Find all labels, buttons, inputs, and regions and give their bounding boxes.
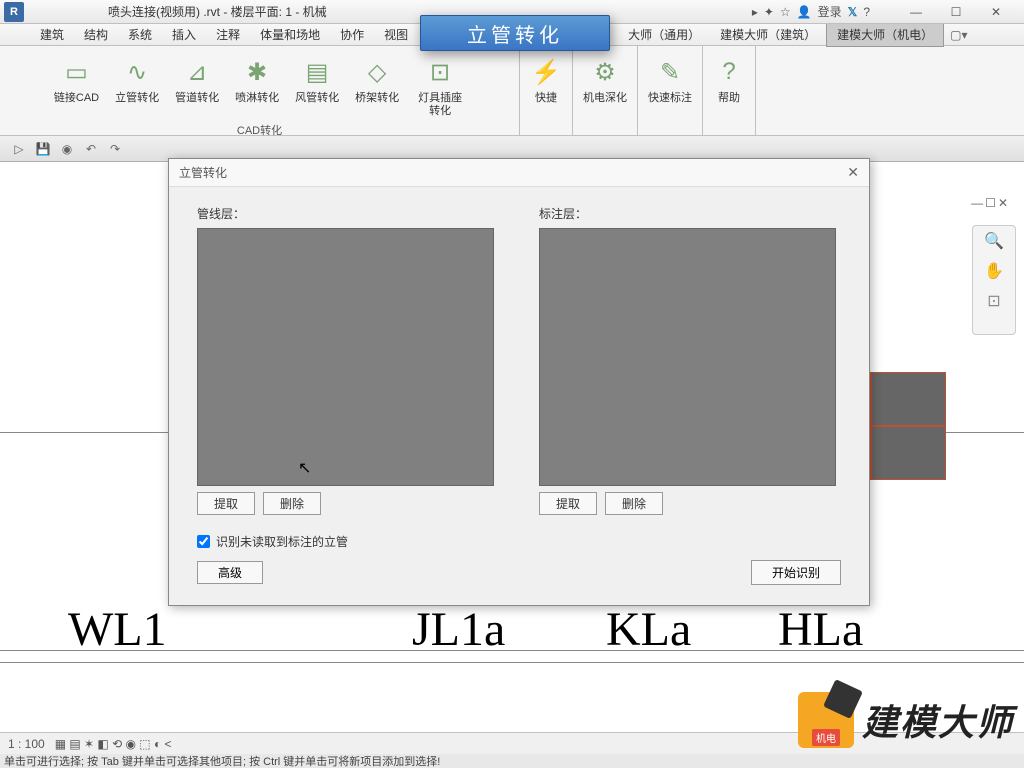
save-icon[interactable]: 💾 (34, 140, 52, 158)
menu-arch[interactable]: 建筑 (30, 23, 74, 46)
recognize-checkbox-input[interactable] (197, 535, 210, 548)
search-icon[interactable]: ▸ (752, 5, 758, 19)
text-kla: KLa (606, 602, 691, 657)
navigation-bar[interactable]: 🔍 ✋ ⊡ (972, 225, 1016, 335)
open-icon[interactable]: ▷ (10, 140, 28, 158)
menu-collab[interactable]: 协作 (330, 23, 374, 46)
start-recognize-button[interactable]: 开始识别 (751, 560, 841, 585)
maximize-button[interactable]: ☐ (936, 1, 976, 23)
riser-icon: ∿ (121, 56, 153, 88)
menu-master-mep[interactable]: 建模大师（机电） (826, 22, 944, 47)
window-title: 喷头连接(视频用) .rvt - 楼层平面: 1 - 机械 (28, 3, 327, 20)
sprinkler-icon: ✱ (241, 56, 273, 88)
cursor-icon: ↖ (298, 458, 311, 478)
menu-expand-icon[interactable]: ▢▾ (950, 28, 967, 42)
help-ribbon-icon: ? (713, 56, 745, 88)
deepen-icon: ⚙ (589, 56, 621, 88)
group-label-cad: CAD转化 (237, 120, 282, 140)
tag-icon: ✎ (654, 56, 686, 88)
text-wl1: WL1 (68, 602, 167, 657)
sprinkler-convert-button[interactable]: ✱喷淋转化 (233, 54, 281, 107)
brand-watermark: 机电 建模大师 (798, 692, 1014, 748)
dialog-close-button[interactable]: ✕ (847, 164, 859, 181)
menu-view[interactable]: 视图 (374, 23, 418, 46)
exchange-icon[interactable]: 𝕏 (848, 5, 858, 19)
menu-mass[interactable]: 体量和场地 (250, 23, 330, 46)
tray-convert-button[interactable]: ◇桥架转化 (353, 54, 401, 107)
brand-logo-icon: 机电 (798, 692, 854, 748)
pipe-layer-label: 管线层： (197, 205, 499, 222)
extract-tag-button[interactable]: 提取 (539, 492, 597, 515)
text-jl1a: JL1a (412, 602, 505, 657)
menu-insert[interactable]: 插入 (162, 23, 206, 46)
login-link[interactable]: 登录 (818, 3, 842, 20)
menu-annotate[interactable]: 注释 (206, 23, 250, 46)
title-toolbar: ▸ ✦ ☆ 👤 登录 𝕏 ? — ☐ ✕ (752, 1, 1024, 23)
quick-tag-button[interactable]: ✎快速标注 (646, 54, 694, 107)
link-cad-button[interactable]: ▭链接CAD (52, 54, 101, 107)
hint-bar: 单击可进行选择; 按 Tab 键并单击可选择其他项目; 按 Ctrl 键并单击可… (0, 754, 1024, 768)
delete-tag-button[interactable]: 删除 (605, 492, 663, 515)
menu-system[interactable]: 系统 (118, 23, 162, 46)
tag-layer-label: 标注层： (539, 205, 841, 222)
minimize-button[interactable]: — (896, 1, 936, 23)
menu-master-general[interactable]: 大师（通用） (618, 23, 710, 46)
mep-deepen-button[interactable]: ⚙机电深化 (581, 54, 629, 107)
star-icon[interactable]: ☆ (780, 5, 791, 19)
quick-icon: ⚡ (530, 56, 562, 88)
undo-icon[interactable]: ↶ (82, 140, 100, 158)
close-button[interactable]: ✕ (976, 1, 1016, 23)
app-icon[interactable]: R (4, 2, 24, 22)
dialog-title: 立管转化 (179, 164, 227, 181)
help-icon[interactable]: ? (863, 5, 870, 19)
pipe-convert-button[interactable]: ⊿管道转化 (173, 54, 221, 107)
user-icon[interactable]: 👤 (797, 5, 812, 19)
brand-text: 建模大师 (862, 694, 1014, 746)
help-button[interactable]: ?帮助 (711, 54, 747, 107)
delete-pipe-button[interactable]: 删除 (263, 492, 321, 515)
riser-convert-dialog: 立管转化 ✕ 管线层： 提取 删除 标注层： 提取 删除 识别未读取到标注的立管… (168, 158, 870, 606)
pipe-icon: ⊿ (181, 56, 213, 88)
gridline (0, 662, 1024, 663)
status-icons[interactable]: ▦ ▤ ✶ ◧ ⟲ ◉ ⬚ ◐ < (55, 737, 172, 751)
sync-icon[interactable]: ◉ (58, 140, 76, 158)
orbit-icon[interactable]: ⊡ (973, 286, 1015, 316)
cad-icon: ▭ (60, 56, 92, 88)
duct-convert-button[interactable]: ▤风管转化 (293, 54, 341, 107)
pipe-layer-list[interactable] (197, 228, 494, 486)
menu-master-arch[interactable]: 建模大师（建筑） (710, 23, 826, 46)
redo-icon[interactable]: ↷ (106, 140, 124, 158)
tag-layer-list[interactable] (539, 228, 836, 486)
fixture-convert-button[interactable]: ⊡灯具插座转化 (413, 54, 467, 120)
quick-button[interactable]: ⚡快捷 (528, 54, 564, 107)
ribbon: ▭链接CAD ∿立管转化 ⊿管道转化 ✱喷淋转化 ▤风管转化 ◇桥架转化 ⊡灯具… (0, 46, 1024, 136)
pan-icon[interactable]: ✋ (973, 256, 1015, 286)
duct-icon: ▤ (301, 56, 333, 88)
riser-convert-button[interactable]: ∿立管转化 (113, 54, 161, 107)
dialog-titlebar: 立管转化 ✕ (169, 159, 869, 187)
scale-display[interactable]: 1 : 100 (8, 737, 45, 751)
callout-banner: 立管转化 (420, 15, 610, 51)
zoom-icon[interactable]: 🔍 (973, 226, 1015, 256)
text-hla: HLa (778, 602, 863, 657)
menu-struct[interactable]: 结构 (74, 23, 118, 46)
extract-pipe-button[interactable]: 提取 (197, 492, 255, 515)
fixture-icon: ⊡ (424, 56, 456, 88)
advanced-button[interactable]: 高级 (197, 561, 263, 584)
fav-icon[interactable]: ✦ (764, 5, 774, 19)
recognize-untagged-checkbox[interactable]: 识别未读取到标注的立管 (197, 533, 348, 550)
tray-icon: ◇ (361, 56, 393, 88)
view-window-controls[interactable]: —☐✕ (971, 196, 1008, 210)
